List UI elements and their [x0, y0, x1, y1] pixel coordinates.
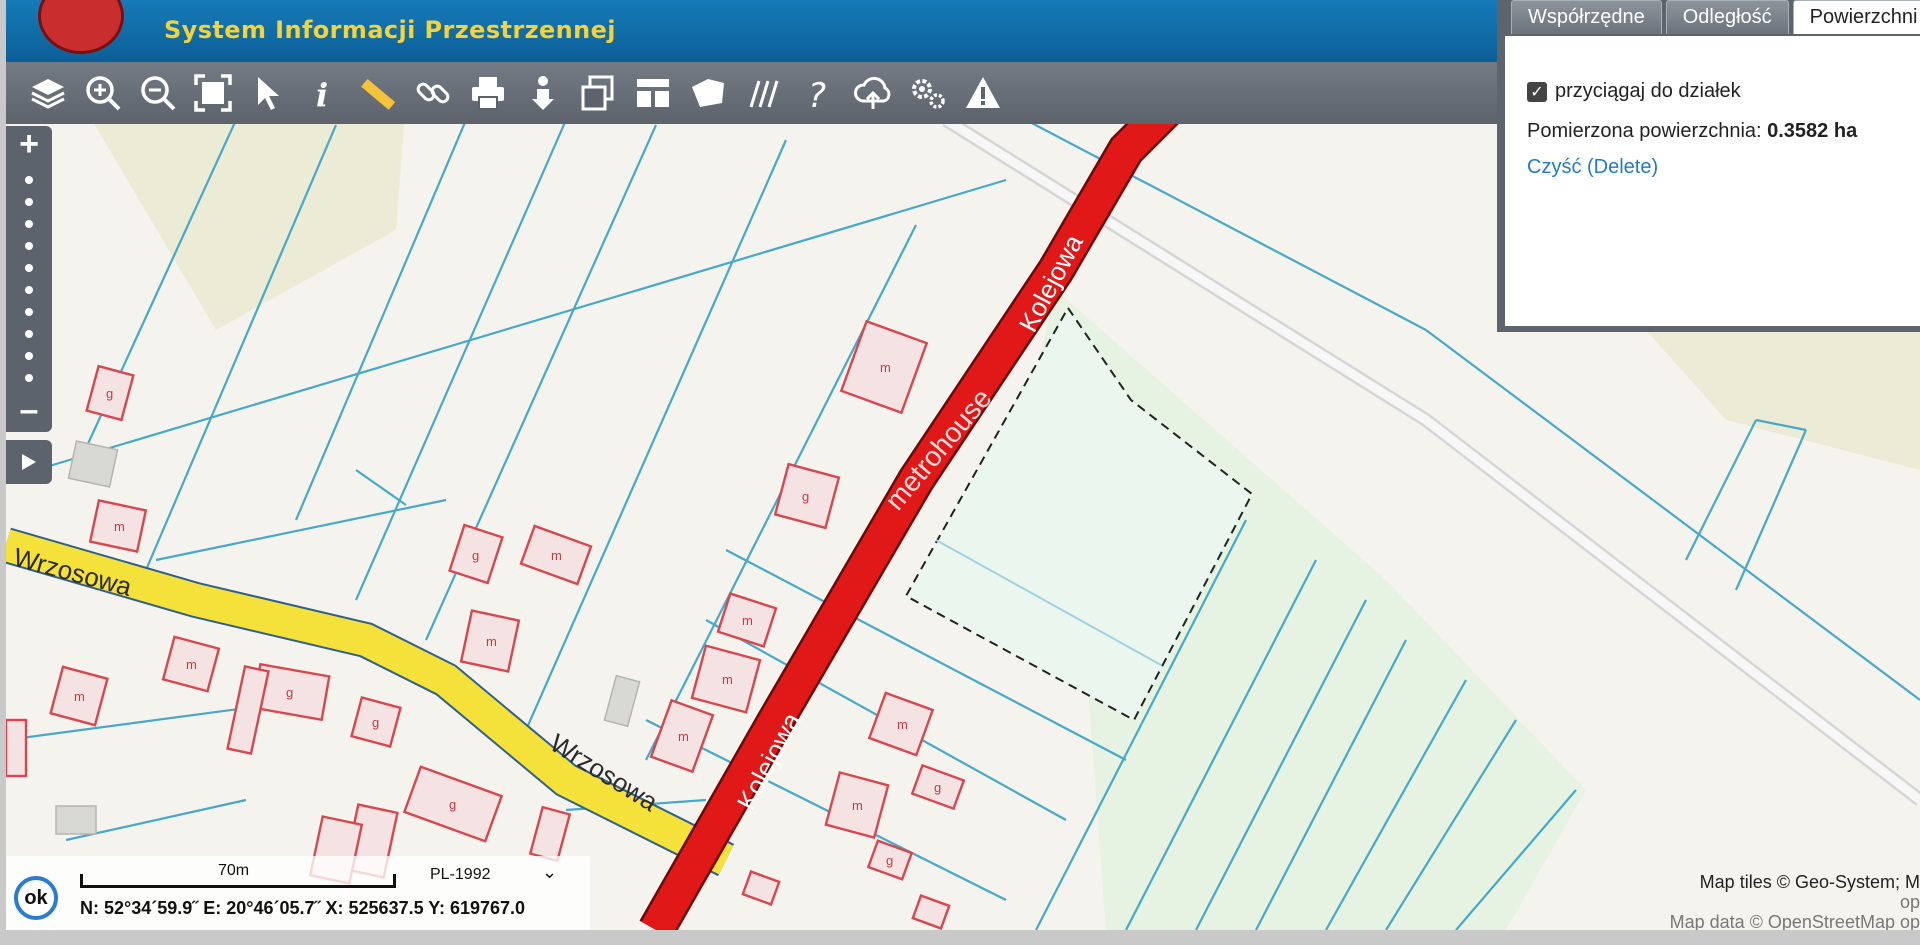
svg-text:?: ? [808, 76, 826, 113]
building-label: g [372, 715, 379, 730]
print-icon[interactable] [460, 65, 515, 121]
zoom-level-dot[interactable] [25, 198, 33, 206]
town-crest-logo [38, 0, 124, 54]
zoom-level-dot[interactable] [25, 330, 33, 338]
building-label: m [74, 689, 85, 704]
building-label: m [742, 613, 753, 628]
chevron-down-icon[interactable]: ⌄ [542, 862, 557, 883]
scale-bar [80, 874, 396, 888]
cursor-coordinates: N: 52°34´59.9˝ E: 20°46´05.7˝ X: 525637.… [80, 898, 526, 918]
main-toolbar: i ? [6, 62, 1502, 124]
bottom-strip [0, 930, 1920, 945]
parcel-icon[interactable] [680, 65, 735, 121]
zoom-plus-button[interactable]: + [6, 125, 52, 163]
building-label: m [186, 657, 197, 672]
snap-label: przyciągaj do działek [1555, 80, 1741, 102]
ok-button[interactable]: ok [14, 876, 58, 920]
tab-area[interactable]: Powierzchni [1792, 0, 1920, 34]
play-icon [22, 454, 36, 470]
attribution-cut: op [1899, 892, 1920, 912]
zoom-extent-icon[interactable] [185, 65, 240, 121]
layout-icon[interactable] [625, 65, 680, 121]
building-label: m [852, 798, 863, 813]
building-label: m [678, 729, 689, 744]
ruler-icon[interactable] [350, 65, 405, 121]
zoom-in-icon[interactable] [75, 65, 130, 121]
download-icon[interactable] [515, 65, 570, 121]
building-label: g [934, 780, 941, 795]
tab-distance[interactable]: Odległość [1665, 0, 1789, 34]
building-label: g [449, 797, 456, 812]
building-label: g [286, 685, 293, 700]
clear-measurement-link[interactable]: Czyść (Delete) [1527, 156, 1658, 179]
zoom-level-dot[interactable] [25, 352, 33, 360]
zoom-level-dot[interactable] [25, 220, 33, 228]
attribution-tiles: Map tiles © Geo-System; M [1699, 872, 1920, 892]
building-label: g [802, 489, 809, 504]
warning-icon[interactable] [955, 65, 1010, 121]
app-subtitle: System Informacji Przestrzennej [164, 16, 616, 44]
building-label: m [486, 634, 497, 649]
zoom-level-dot[interactable] [25, 242, 33, 250]
zoom-level-dot[interactable] [25, 374, 33, 382]
building-label: m [551, 548, 562, 563]
zoom-slider[interactable]: + – [6, 125, 52, 432]
map-attribution: Map tiles © Geo-System; M op Map data © … [1670, 872, 1920, 932]
building-label: g [472, 548, 479, 563]
zoom-minus-button[interactable]: – [6, 391, 52, 429]
help-icon[interactable]: ? [790, 65, 845, 121]
svg-text:i: i [316, 76, 328, 113]
expand-panel-button[interactable] [6, 440, 52, 484]
measure-tabs: Współrzędne Odległość Powierzchni [1511, 0, 1920, 34]
settings-icon[interactable] [900, 65, 955, 121]
zoom-level-dot[interactable] [25, 308, 33, 316]
measured-area-value: 0.3582 ha [1767, 120, 1858, 142]
building-label: m [114, 519, 125, 534]
scale-and-coordinates: ok 70m PL-1992 ⌄ N: 52°34´59.9˝ E: 20°46… [6, 856, 590, 930]
layers-icon[interactable] [20, 65, 75, 121]
copy-icon[interactable] [570, 65, 625, 121]
crs-select-value[interactable]: PL-1992 [430, 866, 491, 884]
hatch-icon[interactable] [735, 65, 790, 121]
zoom-level-dot[interactable] [25, 264, 33, 272]
select-arrow-icon[interactable] [240, 65, 295, 121]
measured-area-label: Pomierzona powierzchnia: [1527, 120, 1768, 142]
measure-panel: Współrzędne Odległość Powierzchni ✓ przy… [1497, 0, 1920, 332]
measure-panel-body: ✓ przyciągaj do działek Pomierzona powie… [1505, 36, 1920, 326]
info-icon[interactable]: i [295, 65, 350, 121]
building-label: m [722, 672, 733, 687]
building-label: m [897, 717, 908, 732]
tab-coordinates[interactable]: Współrzędne [1511, 0, 1662, 34]
upload-cloud-icon[interactable] [845, 65, 900, 121]
zoom-level-dot[interactable] [25, 286, 33, 294]
link-icon[interactable] [405, 65, 460, 121]
zoom-level-dot[interactable] [25, 176, 33, 184]
snap-to-parcels-option[interactable]: ✓ przyciągaj do działek [1527, 80, 1741, 103]
building-label: g [106, 386, 113, 401]
attribution-osm[interactable]: Map data © OpenStreetMap op [1670, 912, 1920, 932]
building-label: m [880, 360, 891, 375]
zoom-out-icon[interactable] [130, 65, 185, 121]
building-label: g [886, 853, 893, 868]
measured-area: Pomierzona powierzchnia: 0.3582 ha [1527, 120, 1857, 143]
snap-checkbox[interactable]: ✓ [1527, 81, 1547, 102]
